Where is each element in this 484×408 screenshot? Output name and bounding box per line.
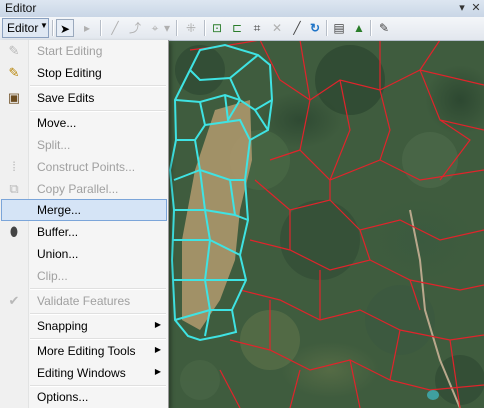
menu-item-union[interactable]: Union... xyxy=(1,243,167,265)
menu-item-label: Stop Editing xyxy=(37,66,102,80)
menu-item-label: Start Editing xyxy=(37,44,103,58)
chevron-down-icon[interactable]: ▾ xyxy=(162,19,172,37)
menu-item-more-editing-tools[interactable]: More Editing Tools ▶ xyxy=(1,340,167,362)
menu-item-label: Clip... xyxy=(37,269,68,283)
clearing-area xyxy=(182,100,252,330)
menu-item-stop-editing[interactable]: ✎ Stop Editing xyxy=(1,62,167,84)
toolbar-separator xyxy=(326,20,328,36)
dropdown-options-icon[interactable]: ▾ xyxy=(455,1,469,15)
construction-tool-icon[interactable]: ⁜ xyxy=(182,19,200,37)
stop-editing-icon: ✎ xyxy=(8,65,20,80)
menu-item-snapping[interactable]: Snapping ▶ xyxy=(1,315,167,337)
toolbar-separator xyxy=(100,20,102,36)
straight-segment-icon[interactable]: ╱ xyxy=(106,19,124,37)
menu-item-construct-points[interactable]: ⁞ Construct Points... xyxy=(1,156,167,178)
toolbar-separator xyxy=(176,20,178,36)
chevron-down-icon: ▼ xyxy=(40,21,48,30)
split-line-icon[interactable]: ╱ xyxy=(288,19,306,37)
validate-icon: ✔ xyxy=(8,293,20,308)
menu-item-label: Options... xyxy=(37,390,89,404)
split-tool-icon[interactable]: ✕ xyxy=(268,19,286,37)
menu-item-options[interactable]: Options... xyxy=(1,386,167,408)
attributes-icon[interactable]: ▤ xyxy=(330,19,348,37)
menu-item-copy-parallel[interactable]: ⧉ Copy Parallel... xyxy=(1,178,167,200)
menu-item-label: Snapping xyxy=(37,319,88,333)
menu-item-buffer[interactable]: ⬮ Buffer... xyxy=(1,221,167,243)
menu-item-move[interactable]: Move... xyxy=(1,112,167,134)
menu-item-merge[interactable]: Merge... xyxy=(1,199,167,221)
trace-icon[interactable]: ⤴ xyxy=(126,19,144,37)
pond xyxy=(427,390,439,400)
menu-item-clip[interactable]: Clip... xyxy=(1,265,167,287)
submenu-arrow-icon: ▶ xyxy=(154,320,161,329)
buffer-icon: ⬮ xyxy=(9,224,19,239)
editor-dropdown-menu: ✎ Start Editing ✎ Stop Editing ▣ Save Ed… xyxy=(0,40,169,408)
edit-vertices-icon[interactable]: ⊡ xyxy=(208,19,226,37)
toolbar-separator xyxy=(204,20,206,36)
menu-item-label: Copy Parallel... xyxy=(37,182,119,196)
menu-item-label: Merge... xyxy=(37,203,82,217)
menu-item-validate-features[interactable]: ✔ Validate Features xyxy=(1,290,167,312)
close-icon[interactable]: ✕ xyxy=(469,1,483,15)
menu-item-editing-windows[interactable]: Editing Windows ▶ xyxy=(1,362,167,384)
submenu-arrow-icon: ▶ xyxy=(154,367,161,376)
submenu-arrow-icon: ▶ xyxy=(154,345,161,354)
rotate-icon[interactable]: ↻ xyxy=(306,19,324,37)
sketch-properties-icon[interactable]: ▲ xyxy=(350,19,368,37)
menu-item-label: More Editing Tools xyxy=(37,344,136,358)
create-features-icon[interactable]: ✎ xyxy=(375,19,393,37)
menu-item-label: Validate Features xyxy=(37,294,131,308)
editor-menu-label: Editor xyxy=(7,21,39,35)
menu-item-label: Split... xyxy=(37,138,71,152)
menu-item-label: Union... xyxy=(37,247,79,261)
pointer-arrow-icon[interactable]: ➤ xyxy=(56,19,74,37)
toolbar-separator xyxy=(52,20,54,36)
cut-polygons-icon[interactable]: ⌗ xyxy=(248,19,266,37)
reshape-feature-icon[interactable]: ⊏ xyxy=(228,19,246,37)
pencil-icon: ✎ xyxy=(8,43,20,58)
menu-item-label: Construct Points... xyxy=(37,160,136,174)
construct-points-icon: ⁞ xyxy=(12,159,16,174)
menu-item-split[interactable]: Split... xyxy=(1,134,167,156)
editor-menu-button[interactable]: Editor ▼ xyxy=(2,18,49,38)
menu-item-label: Editing Windows xyxy=(37,366,126,380)
editor-toolbar-titlebar[interactable]: Editor ▾ ✕ xyxy=(0,0,484,18)
save-icon: ▣ xyxy=(7,90,21,105)
menu-item-start-editing[interactable]: ✎ Start Editing xyxy=(1,40,167,62)
menu-item-label: Save Edits xyxy=(37,91,95,105)
window-title: Editor xyxy=(5,1,37,15)
editor-toolbar: Editor ▼ ➤ ▸ ╱ ⤴ ⌖ ▾ ⁜ ⊡ ⊏ ⌗ ✕ ╱ ↻ ▤ ▲ ✎ xyxy=(0,17,484,41)
menu-item-save-edits[interactable]: ▣ Save Edits xyxy=(1,87,167,109)
menu-item-label: Move... xyxy=(37,116,77,130)
copy-parallel-icon: ⧉ xyxy=(9,181,19,196)
menu-item-label: Buffer... xyxy=(37,225,79,239)
edit-annotation-icon[interactable]: ▸ xyxy=(78,19,96,37)
toolbar-separator xyxy=(370,20,372,36)
